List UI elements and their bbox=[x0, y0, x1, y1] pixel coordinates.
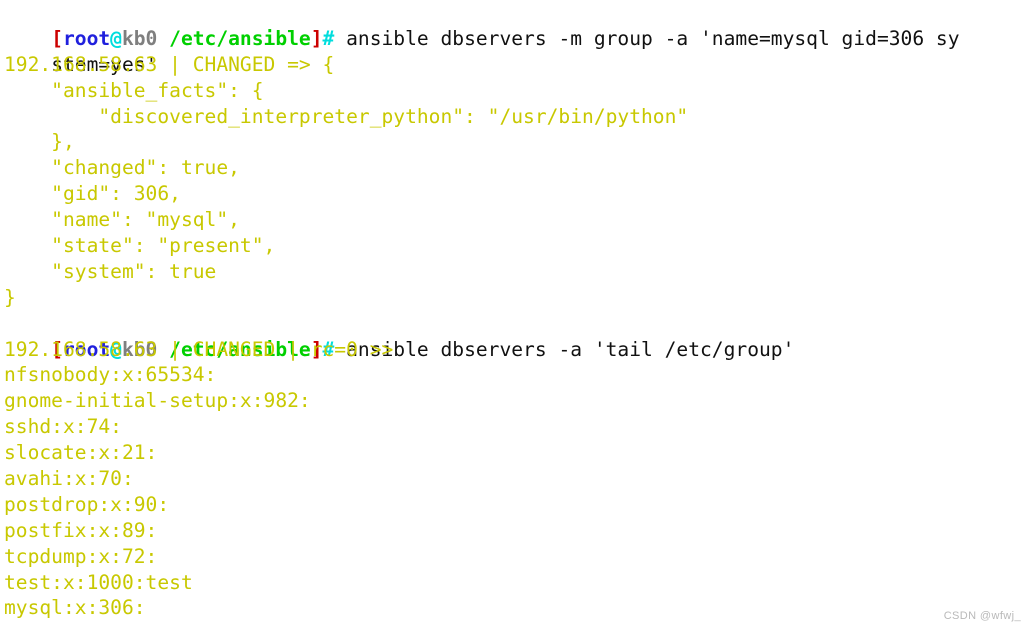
terminal-line-output: "discovered_interpreter_python": "/usr/b… bbox=[0, 104, 1029, 130]
terminal-line-output: gnome-initial-setup:x:982: bbox=[0, 388, 1029, 414]
terminal-line-output: nfsnobody:x:65534: bbox=[0, 362, 1029, 388]
terminal-line-output: "state": "present", bbox=[0, 233, 1029, 259]
prompt-open-bracket: [ bbox=[51, 26, 63, 50]
terminal-line-output: 192.168.58.63 | CHANGED => { bbox=[0, 52, 1029, 78]
output-text: 192.168.58.63 | CHANGED => { bbox=[4, 52, 335, 76]
output-text: postfix:x:89: bbox=[4, 518, 158, 542]
output-text: 192.168.58.63 | CHANGED | rc=0 >> bbox=[4, 337, 394, 361]
command-text-2: ansible dbservers -a 'tail /etc/group' bbox=[334, 337, 795, 361]
terminal-line-output: "system": true bbox=[0, 259, 1029, 285]
terminal-line-output: tcpdump:x:72: bbox=[0, 544, 1029, 570]
terminal-line-output: } bbox=[0, 285, 1029, 311]
terminal-line-output: postfix:x:89: bbox=[0, 518, 1029, 544]
output-text: nfsnobody:x:65534: bbox=[4, 363, 217, 387]
output-text: postdrop:x:90: bbox=[4, 492, 170, 516]
terminal-line-output: postdrop:x:90: bbox=[0, 492, 1029, 518]
output-text: gnome-initial-setup:x:982: bbox=[4, 389, 311, 413]
terminal-line-output: sshd:x:74: bbox=[0, 414, 1029, 440]
output-text: tcpdump:x:72: bbox=[4, 544, 158, 568]
terminal-window[interactable]: [root@kb0 /etc/ansible]# ansible dbserve… bbox=[0, 0, 1029, 626]
terminal-line-output: avahi:x:70: bbox=[0, 466, 1029, 492]
output-text: mysql:x:306: bbox=[4, 596, 146, 620]
terminal-line-output: "name": "mysql", bbox=[0, 207, 1029, 233]
prompt-hash: # bbox=[322, 26, 335, 50]
output-text: "name": "mysql", bbox=[4, 208, 240, 232]
command-text-1: ansible dbservers -m group -a 'name=mysq… bbox=[334, 26, 960, 50]
output-text: "system": true bbox=[4, 259, 217, 283]
terminal-line-output: mysql:x:306: bbox=[0, 595, 1029, 621]
terminal-line-prompt-2: [root@kb0 /etc/ansible]# ansible dbserve… bbox=[0, 311, 1029, 361]
prompt-hostname: kb0 bbox=[121, 26, 158, 50]
terminal-line-output: }, bbox=[0, 129, 1029, 155]
output-text: avahi:x:70: bbox=[4, 467, 134, 491]
output-text: "state": "present", bbox=[4, 234, 276, 258]
output-text: "ansible_facts": { bbox=[4, 78, 264, 102]
terminal-line-output: "changed": true, bbox=[0, 155, 1029, 181]
prompt-at-symbol: @ bbox=[110, 26, 122, 50]
terminal-line-output: "ansible_facts": { bbox=[0, 78, 1029, 104]
terminal-line-prompt-1: [root@kb0 /etc/ansible]# ansible dbserve… bbox=[0, 0, 1029, 50]
output-text: "discovered_interpreter_python": "/usr/b… bbox=[4, 104, 689, 128]
output-text: }, bbox=[4, 130, 75, 154]
prompt-close-bracket: ] bbox=[310, 26, 323, 50]
prompt-path: /etc/ansible bbox=[169, 26, 311, 50]
terminal-line-output: test:x:1000:test bbox=[0, 570, 1029, 596]
prompt-user: root bbox=[62, 26, 111, 50]
output-text: "gid": 306, bbox=[4, 182, 181, 206]
output-text: sshd:x:74: bbox=[4, 415, 122, 439]
output-text: } bbox=[4, 285, 16, 309]
watermark: CSDN @wfwj_ bbox=[943, 610, 1021, 622]
terminal-line-output: "gid": 306, bbox=[0, 181, 1029, 207]
prompt-space-1 bbox=[157, 27, 169, 50]
output-text: test:x:1000:test bbox=[4, 570, 193, 594]
output-text: slocate:x:21: bbox=[4, 441, 158, 465]
terminal-line-output: slocate:x:21: bbox=[0, 440, 1029, 466]
output-text: "changed": true, bbox=[4, 156, 240, 180]
